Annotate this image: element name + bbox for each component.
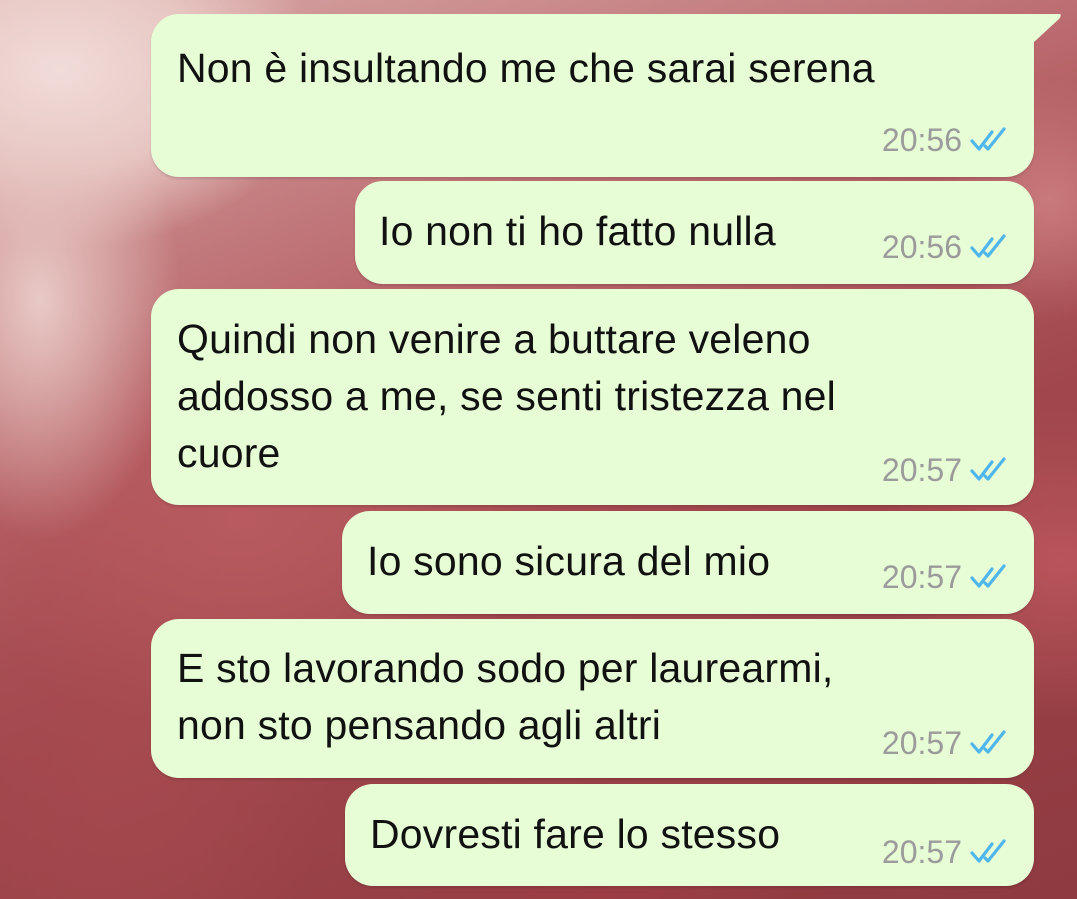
double-check-read-icon (970, 127, 1006, 151)
message-bubble-3[interactable]: Quindi non venire a buttare veleno addos… (151, 289, 1034, 505)
message-text: Io non ti ho fatto nulla (379, 208, 776, 254)
message-bubble-6[interactable]: Dovresti fare lo stesso 20:57 (345, 784, 1034, 886)
message-bubble-1[interactable]: Non è insultando me che sarai serena 20:… (151, 14, 1034, 177)
message-bubble-5[interactable]: E sto lavorando sodo per laurearmi, non … (151, 619, 1034, 778)
message-meta: 20:57 (882, 559, 1012, 595)
message-text: Non è insultando me che sarai serena (177, 45, 875, 91)
bubble-tail (1026, 14, 1061, 42)
double-check-read-icon (970, 457, 1006, 481)
message-meta: 20:57 (882, 452, 1012, 488)
double-check-read-icon (970, 730, 1006, 754)
message-meta: 20:56 (882, 229, 1012, 265)
message-meta: 20:57 (882, 834, 1012, 870)
message-meta: 20:57 (882, 725, 1012, 761)
message-time: 20:57 (881, 559, 962, 595)
message-meta: 20:56 (882, 122, 1012, 158)
message-bubble-4[interactable]: Io sono sicura del mio 20:57 (342, 511, 1034, 614)
message-text: Dovresti fare lo stesso (370, 811, 781, 857)
message-time: 20:57 (881, 452, 962, 488)
double-check-read-icon (970, 839, 1006, 863)
double-check-read-icon (970, 564, 1006, 588)
message-time: 20:56 (881, 229, 962, 265)
double-check-read-icon (970, 234, 1006, 258)
message-time: 20:57 (881, 725, 962, 761)
message-text: Io sono sicura del mio (367, 538, 771, 584)
message-text: Quindi non venire a buttare veleno addos… (177, 316, 836, 476)
message-time: 20:56 (881, 122, 962, 158)
message-text: E sto lavorando sodo per laurearmi, non … (177, 645, 834, 748)
message-bubble-2[interactable]: Io non ti ho fatto nulla 20:56 (355, 181, 1034, 284)
message-time: 20:57 (881, 834, 962, 870)
